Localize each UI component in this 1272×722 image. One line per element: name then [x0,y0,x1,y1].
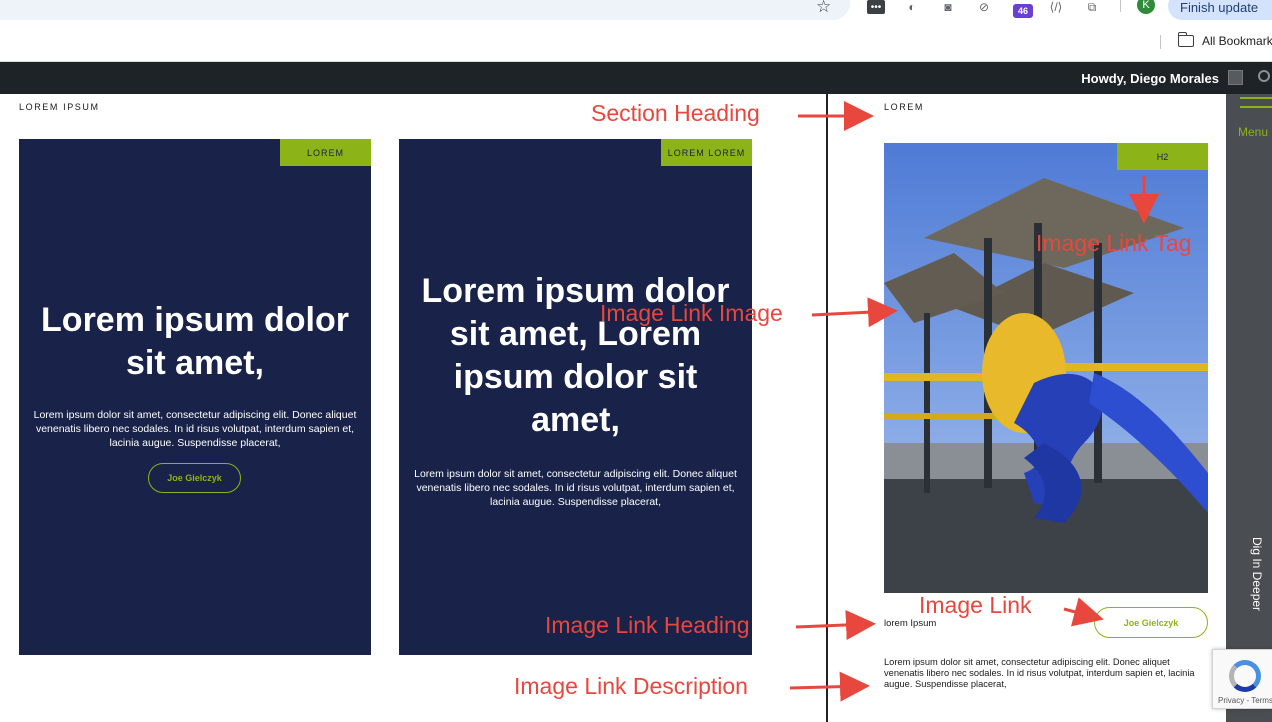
annotation-section-heading: Section Heading [591,100,760,126]
side-menu: Menu Dig In Deeper [1226,94,1272,722]
arrow-image-link [1063,597,1104,627]
screenshot-camera-icon[interactable]: ◙ [940,0,956,14]
toolbar-divider [1120,0,1121,12]
image-link-image[interactable] [884,143,1208,593]
user-greeting[interactable]: Howdy, Diego Morales [1081,71,1219,86]
annotation-image-link: Image Link [919,592,1032,618]
card-description: Lorem ipsum dolor sit amet, consectetur … [33,409,357,449]
annotation-image-link-image: Image Link Image [600,300,783,326]
arrow-image-link-image [811,297,898,328]
password-manager-icon[interactable]: ◐ [904,0,920,14]
user-avatar[interactable] [1228,70,1243,85]
admin-bar: Howdy, Diego Morales [0,62,1272,94]
recaptcha-badge[interactable]: Privacy - Terms [1212,649,1272,709]
card-tag: LOREM LOREM [661,139,752,166]
playground-photo [884,143,1208,593]
annotation-image-link-tag: Image Link Tag [1036,230,1192,256]
section-heading-left: LOREM IPSUM [19,102,100,112]
extensions-puzzle-icon[interactable]: ⧉ [1084,0,1100,14]
bookmarks-bar: All Bookmarks [0,26,1272,62]
finish-update-button[interactable]: Finish update [1168,0,1272,20]
content-card-2: LOREM LOREM Lorem ipsum dolor sit amet, … [399,139,752,655]
card-title: Lorem ipsum dolor sit amet, Lorem ipsum … [421,272,730,439]
bookmark-star-icon[interactable]: ☆ [816,0,831,15]
content-card-1: LOREM Lorem ipsum dolor sit amet, Lorem … [19,139,371,655]
all-bookmarks-link[interactable]: All Bookmarks [1202,34,1272,48]
card-tag: LOREM [280,139,371,166]
image-link-description: Lorem ipsum dolor sit amet, consectetur … [884,657,1195,689]
card-description: Lorem ipsum dolor sit amet, consectetur … [414,468,737,508]
annotation-image-link-description: Image Link Description [514,673,748,699]
image-link-heading: lorem Ipsum [884,618,937,629]
dig-in-deeper-link[interactable]: Dig In Deeper [1250,537,1264,627]
bookmarks-divider [1160,35,1161,49]
code-inspector-icon[interactable]: ⟨/⟩ [1047,0,1065,14]
profile-avatar[interactable]: K [1137,0,1155,14]
recaptcha-logo-icon [1229,660,1261,692]
address-bar[interactable] [0,0,850,20]
annotation-image-link-heading: Image Link Heading [545,612,750,638]
compass-icon[interactable]: ⊘ [976,0,992,14]
extension-menu-icon[interactable]: ••• [867,0,885,14]
section-divider [826,94,828,722]
card-button[interactable]: Joe Gielczyk [148,463,241,493]
search-icon[interactable] [1258,70,1270,82]
menu-label[interactable]: Menu [1238,125,1268,139]
image-link-button[interactable]: Joe Gielczyk [1094,607,1208,638]
section-heading-right: LOREM [884,102,925,112]
extension-badge-icon[interactable]: 46 [1013,4,1033,18]
browser-toolbar: ☆ ••• ◐ ◙ ⊘ 46 ⟨/⟩ ⧉ K Finish update [0,0,1272,26]
hamburger-menu-icon[interactable] [1240,97,1272,117]
card-title: Lorem ipsum dolor sit amet, [41,301,349,382]
recaptcha-footer[interactable]: Privacy - Terms [1218,696,1272,705]
image-link-tag: H2 [1117,143,1208,170]
folder-icon[interactable] [1177,32,1194,47]
arrow-image-link-heading [795,609,876,640]
